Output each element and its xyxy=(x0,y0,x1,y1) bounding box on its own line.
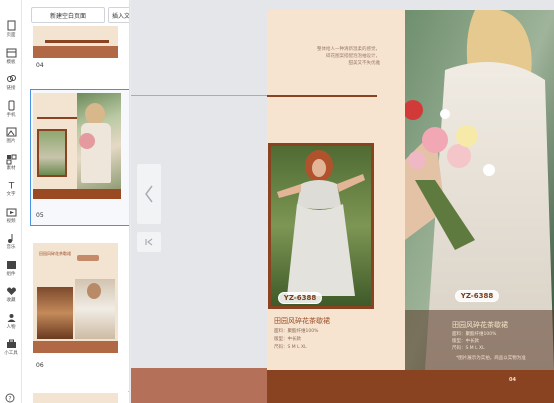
prev-spread-divider xyxy=(131,95,267,96)
spread-right-page[interactable] xyxy=(405,10,554,370)
intro-line: 碎花图案搭配泡泡袖设计， xyxy=(326,54,380,59)
chevron-up-icon[interactable]: ︿ xyxy=(128,383,129,394)
rail-item-page[interactable]: 页面 xyxy=(0,18,22,42)
help-icon[interactable]: ? xyxy=(5,393,15,403)
right-page-photo xyxy=(405,10,554,370)
page-thumbnail-06[interactable]: 田园风碎花茶歇裙 xyxy=(33,243,118,353)
first-page-icon xyxy=(145,238,153,246)
editor-root: 页面模板链接手机图片素材 T 文字视频音乐组件收藏人物小工具 ? 新建空白页面 插入… xyxy=(0,0,554,403)
rail-item-image[interactable]: 图片 xyxy=(0,124,22,148)
pages-panel: 新建空白页面 插入文档 ▼ 04 05 田园风碎花茶歇裙 xyxy=(22,0,130,403)
intro-line: 整体给人一种清新温柔的感觉， xyxy=(317,47,380,52)
page-number-04: 04 xyxy=(36,62,44,69)
page-number-05: 05 xyxy=(36,212,44,219)
rail-item-text[interactable]: T 文字 xyxy=(0,177,22,201)
left-spec-line: 面料：聚酯纤维100% xyxy=(274,329,319,334)
right-spec-line: 尺码：S M L XL xyxy=(452,346,485,351)
rail-item-label: 图片 xyxy=(6,138,16,144)
rail-item-mobile[interactable]: 手机 xyxy=(0,98,22,122)
rail-item-label: 人物 xyxy=(6,323,16,330)
left-page-rule xyxy=(267,95,377,97)
material-icon xyxy=(6,154,16,164)
left-spec-line: 尺码：S M L XL xyxy=(274,345,307,350)
left-spec-line: 版型：中长款 xyxy=(274,337,301,342)
right-spec-line: 版型：中长款 xyxy=(452,339,479,344)
text-icon: T xyxy=(7,182,14,192)
spread-page-number: 04 xyxy=(509,377,516,383)
rail-item-label: 手机 xyxy=(6,111,16,118)
widget-icon xyxy=(6,260,16,269)
rail-item-label: 小工具 xyxy=(4,350,18,356)
chevron-left-icon xyxy=(145,185,153,203)
spread-bottom-band xyxy=(267,370,554,403)
link-icon xyxy=(6,75,16,82)
rail-item-heart[interactable]: 收藏 xyxy=(0,283,22,307)
left-product-code: YZ-6388 xyxy=(278,292,322,304)
right-spec-line: 面料：聚酯纤维100% xyxy=(452,332,497,337)
right-product-title: 田园风碎花茶歇裙 xyxy=(452,321,508,329)
previous-page-button[interactable] xyxy=(137,164,161,224)
thumb-06-caption: 田园风碎花茶歇裙 xyxy=(39,251,71,256)
video-icon xyxy=(6,208,16,216)
insert-select-label: 插入文档 xyxy=(112,12,130,20)
add-blank-page-button[interactable]: 新建空白页面 xyxy=(31,7,105,23)
rail-item-music[interactable]: 音乐 xyxy=(0,230,22,254)
page-number-06: 06 xyxy=(36,362,44,369)
rail-item-template[interactable]: 模板 xyxy=(0,45,22,69)
rail-item-link[interactable]: 链接 xyxy=(0,71,22,95)
rail-item-person[interactable]: 人物 xyxy=(0,310,22,334)
rail-item-label: 收藏 xyxy=(6,297,16,303)
page-thumbnail-07[interactable] xyxy=(33,393,118,403)
intro-line: 甜美又不失优雅 xyxy=(348,61,381,66)
rail-item-label: 音乐 xyxy=(6,244,16,250)
first-page-button[interactable] xyxy=(137,232,161,252)
left-product-title: 田园风碎花茶歇裙 xyxy=(274,317,330,325)
rail-item-label: 视频 xyxy=(6,217,16,224)
rail-item-toolbox[interactable]: 小工具 xyxy=(0,336,22,360)
heart-icon xyxy=(6,287,16,295)
svg-text:T: T xyxy=(7,182,14,192)
right-product-code: YZ-6388 xyxy=(455,290,499,302)
toolbox-icon xyxy=(6,339,16,348)
svg-text:?: ? xyxy=(8,395,11,402)
music-icon xyxy=(7,234,12,243)
page-thumbnail-04[interactable] xyxy=(33,26,118,58)
rail-item-label: 素材 xyxy=(6,164,16,171)
person-icon xyxy=(7,313,15,322)
rail-item-material[interactable]: 素材 xyxy=(0,151,22,175)
rail-item-label: 模板 xyxy=(6,58,16,65)
model-photo-frame[interactable] xyxy=(268,143,374,309)
rail-item-label: 文字 xyxy=(6,191,16,197)
page-icon xyxy=(7,20,15,31)
template-icon xyxy=(6,48,16,57)
model-photo xyxy=(271,146,371,306)
intro-text: 整体给人一种清新温柔的感觉， 碎花图案搭配泡泡袖设计， 甜美又不失优雅 xyxy=(280,46,380,67)
rail-item-widget[interactable]: 组件 xyxy=(0,257,22,281)
rail-item-video[interactable]: 视频 xyxy=(0,204,22,228)
prev-spread-bottom xyxy=(131,368,267,403)
image-icon xyxy=(6,127,16,137)
rail-item-label: 页面 xyxy=(6,32,16,38)
rail-item-label: 组件 xyxy=(6,270,16,277)
rail-item-label: 链接 xyxy=(6,85,16,91)
insert-document-select[interactable]: 插入文档 ▼ xyxy=(108,7,130,23)
tool-rail: 页面模板链接手机图片素材 T 文字视频音乐组件收藏人物小工具 xyxy=(0,0,22,403)
right-disclaimer-note: *图片展示为实拍，商品以实物为准 xyxy=(456,356,526,361)
mobile-icon xyxy=(8,100,14,110)
page-thumbnail-05[interactable] xyxy=(33,93,121,199)
